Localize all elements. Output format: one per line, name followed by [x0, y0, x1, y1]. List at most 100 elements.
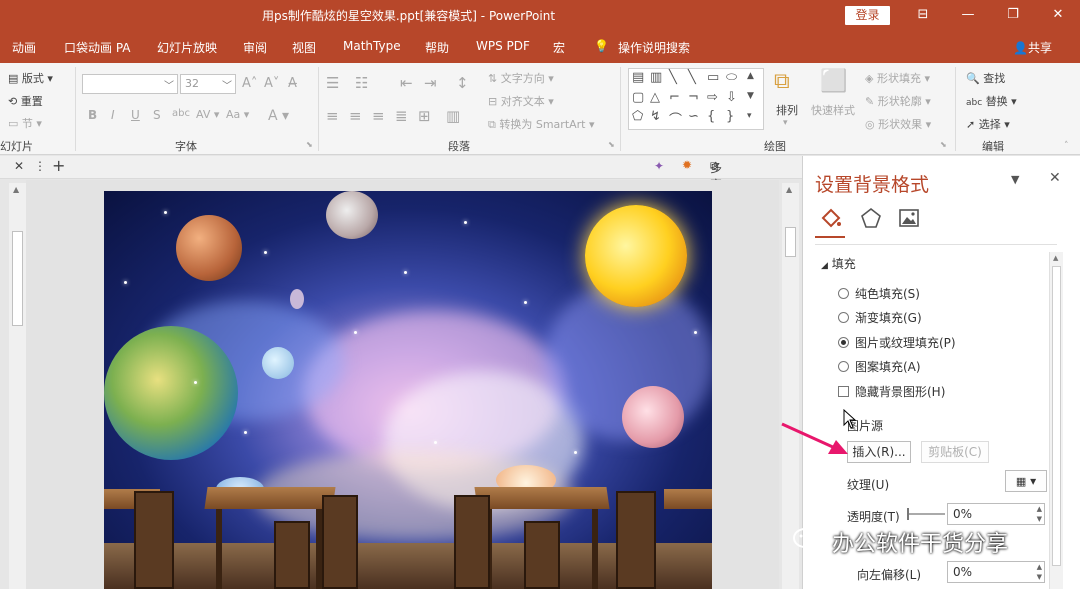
right-arrow-shape-icon[interactable]: ⇨: [707, 90, 718, 105]
strikethrough-icon[interactable]: abc: [172, 108, 190, 119]
collapse-ribbon-icon[interactable]: ˄: [1064, 141, 1069, 151]
select-button[interactable]: ➚ 选择 ▾: [966, 116, 1010, 132]
close-icon[interactable]: ✕: [14, 159, 24, 173]
slide-canvas[interactable]: [104, 191, 712, 589]
brace-left-shape-icon[interactable]: {: [707, 109, 715, 124]
scroll-thumb[interactable]: [785, 227, 796, 257]
spin-arrows-icon[interactable]: ▲ ▼: [1037, 504, 1042, 524]
pentagon-shape-icon[interactable]: ⬠: [632, 109, 643, 124]
distribute-icon[interactable]: ⊞: [418, 107, 431, 125]
tab-view[interactable]: 视图: [292, 39, 316, 56]
gradient-fill-radio[interactable]: 渐变填充(G): [838, 309, 922, 326]
rectangle-shape-icon[interactable]: ▭: [707, 70, 719, 85]
replace-button[interactable]: abc 替换 ▾: [966, 93, 1017, 109]
font-name-combo[interactable]: ﹀: [82, 74, 178, 94]
tell-me-search[interactable]: 操作说明搜索: [618, 39, 690, 56]
textbox-shape-icon[interactable]: ▤: [632, 70, 644, 85]
gallery-up-icon[interactable]: ▲: [747, 71, 754, 81]
scroll-thumb[interactable]: [12, 231, 23, 326]
grow-font-icon[interactable]: A˄: [242, 76, 257, 91]
bullets-icon[interactable]: ☰: [326, 74, 339, 92]
quick-styles-button[interactable]: 快速样式: [811, 102, 855, 118]
pane-options-icon[interactable]: ▼: [1011, 173, 1019, 186]
transparency-spinner[interactable]: 0% ▲ ▼: [947, 503, 1045, 525]
underline-icon[interactable]: U: [131, 108, 140, 122]
dialog-launcher-icon[interactable]: ⬊: [940, 140, 947, 149]
tab-mathtype[interactable]: MathType: [343, 39, 401, 53]
line-spacing-icon[interactable]: ↕: [456, 74, 469, 92]
change-case-icon[interactable]: Aa ▾: [226, 108, 249, 121]
font-color-icon[interactable]: A ▾: [268, 108, 289, 124]
bold-icon[interactable]: B: [88, 108, 97, 122]
offset-left-spinner[interactable]: 0% ▲ ▼: [947, 561, 1045, 583]
oval-shape-icon[interactable]: ⬭: [726, 70, 737, 85]
rounded-rect-shape-icon[interactable]: ▢: [632, 90, 644, 105]
restore-icon[interactable]: ❐: [1002, 4, 1024, 26]
connector-shape-icon[interactable]: ⌐: [669, 90, 680, 105]
layout-button[interactable]: ▤ 版式 ▾: [8, 70, 53, 86]
fill-icon[interactable]: [819, 206, 843, 230]
spin-arrows-icon[interactable]: ▲ ▼: [1037, 562, 1042, 582]
shadow-icon[interactable]: S: [153, 108, 161, 122]
pattern-fill-radio[interactable]: 图案填充(A): [838, 358, 921, 375]
columns-icon[interactable]: ▥: [446, 107, 460, 125]
login-button[interactable]: 登录: [845, 6, 890, 25]
text-direction-button[interactable]: ⇅ 文字方向 ▾: [488, 70, 554, 86]
pane-scrollbar[interactable]: ▲: [1049, 252, 1063, 589]
shape-fill-button[interactable]: ◈ 形状填充 ▾: [865, 70, 930, 86]
picture-fill-radio[interactable]: 图片或纹理填充(P): [838, 334, 956, 351]
gallery-more-icon[interactable]: ▾: [747, 111, 752, 121]
arrange-button[interactable]: 排列: [776, 102, 798, 118]
increase-indent-icon[interactable]: ⇥: [424, 74, 437, 92]
smartart-button[interactable]: ⧉ 转换为 SmartArt ▾: [488, 116, 595, 132]
minimize-icon[interactable]: —: [957, 4, 979, 26]
shape-outline-button[interactable]: ✎ 形状轮廓 ▾: [865, 93, 931, 109]
tab-review[interactable]: 审阅: [243, 39, 267, 56]
justify-icon[interactable]: ≣: [395, 107, 408, 125]
tab-help[interactable]: 帮助: [425, 39, 449, 56]
clear-format-icon[interactable]: A̶: [288, 76, 297, 91]
hide-bg-checkbox[interactable]: 隐藏背景图形(H): [838, 383, 945, 400]
line2-shape-icon[interactable]: ╲: [688, 70, 696, 85]
fill-section-header[interactable]: ◢ 填充: [821, 255, 856, 272]
solid-fill-radio[interactable]: 纯色填充(S): [838, 285, 920, 302]
align-left-icon[interactable]: ≡: [326, 107, 339, 125]
scroll-up-icon[interactable]: ▲: [13, 185, 19, 194]
vtextbox-shape-icon[interactable]: ▥: [650, 70, 662, 85]
effect-icon[interactable]: ✦: [654, 159, 664, 173]
italic-icon[interactable]: I: [111, 108, 115, 122]
tab-animations[interactable]: 动画: [12, 39, 36, 56]
section-button[interactable]: ▭ 节 ▾: [8, 115, 42, 131]
gallery-down-icon[interactable]: ▼: [747, 91, 754, 101]
align-right-icon[interactable]: ≡: [372, 107, 385, 125]
more-icon[interactable]: ⋮: [34, 159, 46, 173]
tab-wps-pdf[interactable]: WPS PDF: [476, 39, 530, 53]
scroll-thumb[interactable]: [1052, 266, 1061, 566]
gear-icon[interactable]: ✹: [682, 158, 692, 172]
reset-button[interactable]: ⟲ 重置: [8, 93, 43, 109]
align-center-icon[interactable]: ≡: [349, 107, 362, 125]
texture-picker[interactable]: ▦ ▾: [1005, 470, 1047, 492]
shape-gallery[interactable]: ▤ ▥ ╲ ╲ ▭ ⬭ ▢ △ ⌐ ¬ ⇨ ⇩ ⬠ ↯ ⌒ ∽ { } ▲ ▼ …: [628, 68, 764, 130]
close-window-icon[interactable]: ✕: [1047, 4, 1069, 26]
find-button[interactable]: 🔍 查找: [966, 70, 1005, 86]
transparency-slider[interactable]: [907, 513, 945, 515]
scroll-up-icon[interactable]: ▲: [786, 185, 792, 194]
triangle-shape-icon[interactable]: △: [650, 90, 660, 105]
line-shape-icon[interactable]: ╲: [669, 70, 677, 85]
shrink-font-icon[interactable]: A˅: [264, 76, 279, 91]
scroll-up-icon[interactable]: ▲: [1053, 254, 1058, 262]
ribbon-display-icon[interactable]: ⊟: [912, 4, 934, 26]
brace-right-shape-icon[interactable]: }: [726, 109, 734, 124]
tab-slideshow[interactable]: 幻灯片放映: [157, 39, 217, 56]
add-icon[interactable]: +: [52, 156, 65, 175]
thumbnail-scrollbar[interactable]: ▲: [9, 183, 26, 589]
arc-shape-icon[interactable]: ⌒: [669, 109, 682, 128]
close-icon[interactable]: ✕: [1049, 170, 1061, 186]
picture-icon[interactable]: [897, 206, 921, 230]
effects-pentagon-icon[interactable]: [859, 206, 883, 230]
tab-macro[interactable]: 宏: [553, 39, 565, 56]
dialog-launcher-icon[interactable]: ⬊: [306, 140, 313, 149]
align-text-button[interactable]: ⊟ 对齐文本 ▾: [488, 93, 554, 109]
curve-shape-icon[interactable]: ∽: [688, 109, 699, 124]
